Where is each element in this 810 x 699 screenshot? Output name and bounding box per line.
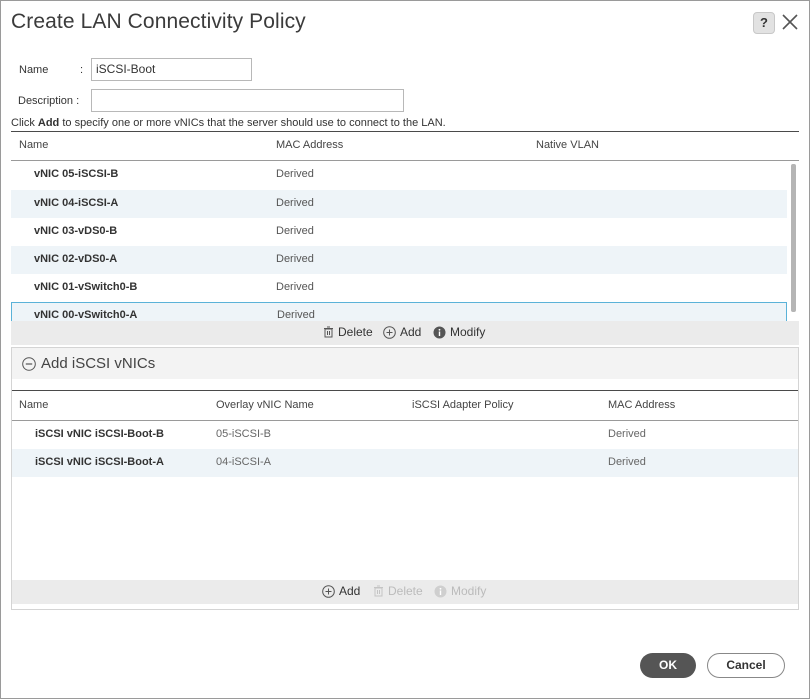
col-mac-address[interactable]: MAC Address — [608, 399, 675, 411]
trash-icon — [323, 326, 334, 338]
description-field[interactable] — [91, 89, 404, 112]
vnic-toolbar: Delete Add Modify — [11, 321, 799, 345]
overlay-vnic-name: 04-iSCSI-A — [216, 456, 272, 468]
modify-vnic-button[interactable]: Modify — [433, 325, 485, 339]
delete-iscsi-vnic-button[interactable]: Delete — [373, 584, 423, 598]
vnic-row[interactable]: vNIC 03-vDS0-B Derived — [11, 218, 787, 246]
collapse-icon[interactable] — [22, 357, 36, 376]
vnic-row[interactable]: vNIC 04-iSCSI-A Derived — [11, 190, 787, 218]
cancel-button[interactable]: Cancel — [707, 653, 785, 678]
add-label: Add — [400, 325, 422, 339]
modify-label: Modify — [451, 584, 487, 598]
col-iscsi-adapter-policy[interactable]: iSCSI Adapter Policy — [412, 399, 514, 411]
info-icon — [434, 585, 447, 598]
vnic-mac: Derived — [277, 309, 315, 321]
vnic-name: vNIC 00-vSwitch0-A — [34, 309, 138, 321]
dialog-title: Create LAN Connectivity Policy — [11, 10, 306, 33]
delete-label: Delete — [338, 325, 373, 339]
add-label: Add — [339, 584, 361, 598]
iscsi-toolbar: Add Delete Modify — [12, 580, 798, 604]
vnic-row[interactable]: vNIC 05-iSCSI-B Derived — [11, 161, 787, 189]
modify-iscsi-vnic-button[interactable]: Modify — [434, 584, 486, 598]
add-hint: Click Add to specify one or more vNICs t… — [11, 117, 446, 129]
help-button[interactable]: ? — [753, 12, 775, 34]
col-name[interactable]: Name — [19, 139, 48, 151]
vnic-row[interactable]: vNIC 01-vSwitch0-B Derived — [11, 274, 787, 302]
iscsi-vnic-row[interactable]: iSCSI vNIC iSCSI-Boot-B 05-iSCSI-B Deriv… — [12, 421, 798, 449]
vnic-row-selected[interactable]: vNIC 00-vSwitch0-A Derived — [11, 302, 787, 323]
iscsi-vnic-name: iSCSI vNIC iSCSI-Boot-A — [35, 456, 164, 468]
vnic-mac: Derived — [276, 225, 314, 237]
modify-label: Modify — [450, 325, 486, 339]
vnic-list: vNIC 05-iSCSI-B Derived vNIC 04-iSCSI-A … — [11, 161, 799, 323]
col-mac-address[interactable]: MAC Address — [276, 139, 343, 151]
add-vnic-button[interactable]: Add — [383, 325, 421, 339]
close-icon[interactable] — [780, 10, 800, 34]
vnic-list-scrollbar[interactable] — [791, 164, 796, 312]
col-overlay-vnic-name[interactable]: Overlay vNIC Name — [216, 399, 314, 411]
add-iscsi-vnic-button[interactable]: Add — [322, 584, 360, 598]
vnic-name: vNIC 05-iSCSI-B — [34, 168, 119, 180]
iscsi-section-title: Add iSCSI vNICs — [41, 355, 156, 372]
name-label: Name — [19, 64, 49, 76]
iscsi-section-header[interactable]: Add iSCSI vNICs — [12, 348, 798, 379]
vnic-mac: Derived — [276, 197, 314, 209]
vnic-row[interactable]: vNIC 02-vDS0-A Derived — [11, 246, 787, 274]
iscsi-vnic-name: iSCSI vNIC iSCSI-Boot-B — [35, 428, 164, 440]
info-icon — [433, 326, 446, 339]
vnic-name: vNIC 03-vDS0-B — [34, 225, 118, 237]
vnic-mac: Derived — [276, 168, 314, 180]
lan-connectivity-dialog: Create LAN Connectivity Policy ? Name : … — [0, 0, 810, 699]
delete-vnic-button[interactable]: Delete — [323, 325, 373, 339]
col-name[interactable]: Name — [19, 399, 48, 411]
vnic-name: vNIC 01-vSwitch0-B — [34, 281, 138, 293]
plus-circle-icon — [322, 584, 335, 598]
col-native-vlan[interactable]: Native VLAN — [536, 139, 599, 151]
ok-button[interactable]: OK — [640, 653, 696, 678]
name-separator: : — [80, 64, 84, 76]
divider — [12, 390, 798, 391]
plus-circle-icon — [383, 325, 396, 339]
name-field[interactable]: iSCSI-Boot — [91, 58, 252, 81]
divider — [11, 131, 799, 132]
description-label: Description : — [18, 95, 80, 107]
vnic-name: vNIC 02-vDS0-A — [34, 253, 118, 265]
vnic-mac: Derived — [276, 253, 314, 265]
trash-icon — [373, 585, 384, 597]
vnic-mac: Derived — [276, 281, 314, 293]
overlay-vnic-name: 05-iSCSI-B — [216, 428, 272, 440]
vnic-name: vNIC 04-iSCSI-A — [34, 197, 119, 209]
iscsi-vnic-row[interactable]: iSCSI vNIC iSCSI-Boot-A 04-iSCSI-A Deriv… — [12, 449, 798, 477]
iscsi-vnic-mac: Derived — [608, 456, 646, 468]
iscsi-vnics-section: Add iSCSI vNICs Name Overlay vNIC Name i… — [11, 347, 799, 610]
delete-label: Delete — [388, 584, 423, 598]
iscsi-vnic-mac: Derived — [608, 428, 646, 440]
